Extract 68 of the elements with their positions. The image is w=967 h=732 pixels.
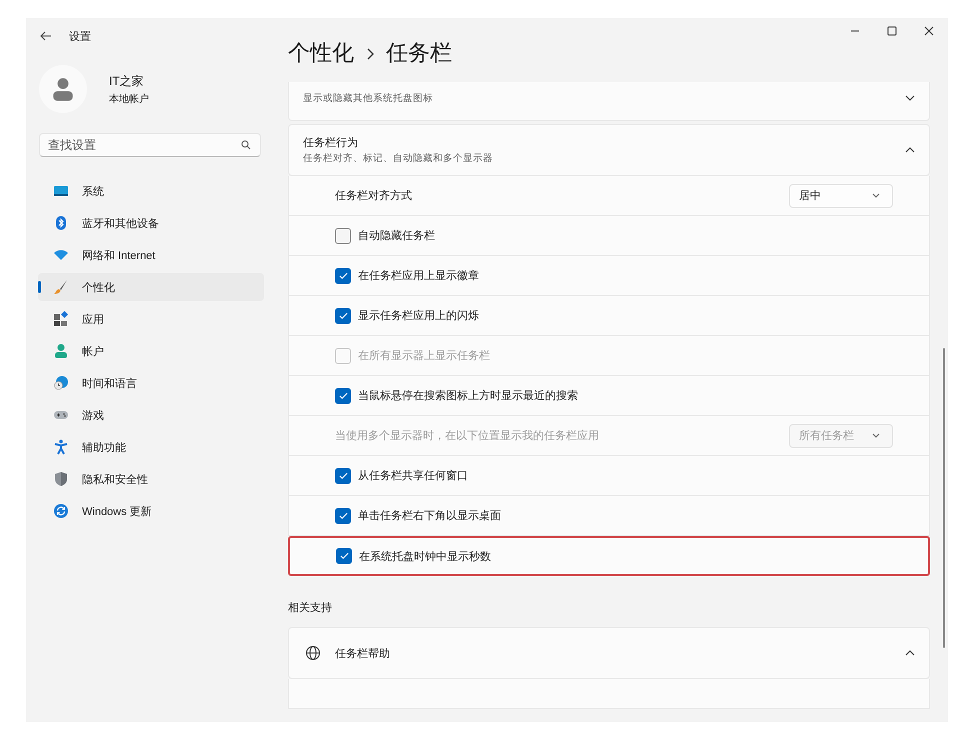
accessibility-person-icon xyxy=(53,439,69,455)
selection-indicator xyxy=(38,281,41,293)
chevron-down-icon xyxy=(905,95,915,101)
apps-icon xyxy=(53,311,69,327)
checkmark-icon xyxy=(338,312,348,320)
checkbox-label: 显示任务栏应用上的闪烁 xyxy=(358,308,479,323)
setting-label: 当使用多个显示器时，在以下位置显示我的任务栏应用 xyxy=(335,428,600,443)
nav-item[interactable]: 应用 xyxy=(38,305,264,333)
checkbox-label: 在所有显示器上显示任务栏 xyxy=(358,349,490,363)
checkbox-label: 在任务栏应用上显示徽章 xyxy=(358,268,479,283)
checkmark-icon xyxy=(338,392,348,400)
nav-item[interactable]: 网络和 Internet xyxy=(38,241,264,269)
checkbox[interactable] xyxy=(335,268,351,284)
checkmark-icon xyxy=(338,472,348,480)
window-title: 设置 xyxy=(69,30,91,44)
chevron-up-icon xyxy=(905,147,915,153)
breadcrumb-parent[interactable]: 个性化 xyxy=(288,38,354,68)
nav-item[interactable]: 蓝牙和其他设备 xyxy=(38,209,264,237)
chevron-up-icon xyxy=(905,650,915,656)
checkmark-icon xyxy=(338,272,348,280)
scrollbar[interactable] xyxy=(943,348,945,648)
wifi-icon xyxy=(53,247,69,263)
chevron-down-icon xyxy=(872,193,880,198)
nav-item[interactable]: 系统 xyxy=(38,177,264,205)
search-field[interactable]: 查找设置 xyxy=(39,133,261,157)
back-arrow-icon[interactable] xyxy=(40,31,52,41)
brush-icon xyxy=(53,279,69,295)
help-header[interactable]: 任务栏帮助 xyxy=(288,627,930,679)
dropdown[interactable]: 居中 xyxy=(789,184,893,208)
checkmark-icon xyxy=(338,512,348,520)
chevron-right-icon xyxy=(366,48,374,60)
nav-item[interactable]: 时间和语言 xyxy=(38,369,264,397)
nav-item[interactable]: 游戏 xyxy=(38,401,264,429)
checkbox-label: 在系统托盘时钟中显示秒数 xyxy=(359,550,491,564)
checkbox-label: 单击任务栏右下角以显示桌面 xyxy=(358,508,501,523)
setting-label: 任务栏对齐方式 xyxy=(335,188,413,203)
checkbox[interactable] xyxy=(335,508,351,524)
bluetooth-icon xyxy=(53,215,69,231)
nav-item[interactable]: Windows 更新 xyxy=(38,497,264,525)
monitor-icon xyxy=(53,183,69,199)
checkbox[interactable] xyxy=(335,388,351,404)
account-name: IT之家 xyxy=(109,72,145,90)
search-icon xyxy=(241,140,251,150)
nav-item[interactable]: 辅助功能 xyxy=(38,433,264,461)
person-icon xyxy=(53,343,69,359)
checkbox[interactable] xyxy=(336,548,352,564)
section-header[interactable]: 显示或隐藏其他系统托盘图标 xyxy=(288,82,930,121)
section-heading: 相关支持 xyxy=(288,600,333,615)
checkbox[interactable] xyxy=(335,228,351,244)
checkbox-label: 从任务栏共享任何窗口 xyxy=(358,468,468,483)
nav-item[interactable]: 个性化 xyxy=(38,273,264,301)
refresh-icon xyxy=(53,503,69,519)
page-title: 任务栏 xyxy=(386,39,452,67)
checkmark-icon xyxy=(340,552,348,560)
section-header[interactable]: 任务栏行为 任务栏对齐、标记、自动隐藏和多个显示器 xyxy=(288,124,930,176)
chevron-down-icon xyxy=(872,433,880,438)
maximize-icon[interactable] xyxy=(887,26,897,36)
globe-clock-icon xyxy=(53,375,69,391)
checkbox-label: 自动隐藏任务栏 xyxy=(358,228,435,243)
checkbox[interactable] xyxy=(335,468,351,484)
account-type: 本地帐户 xyxy=(109,92,149,106)
nav-item[interactable]: 帐户 xyxy=(38,337,264,365)
checkbox[interactable] xyxy=(335,308,351,324)
avatar xyxy=(39,65,87,113)
shield-icon xyxy=(53,471,69,487)
close-icon[interactable] xyxy=(924,26,934,36)
checkbox-label: 当鼠标悬停在搜索图标上方时显示最近的搜索 xyxy=(358,388,578,403)
nav-item[interactable]: 隐私和安全性 xyxy=(38,465,264,493)
